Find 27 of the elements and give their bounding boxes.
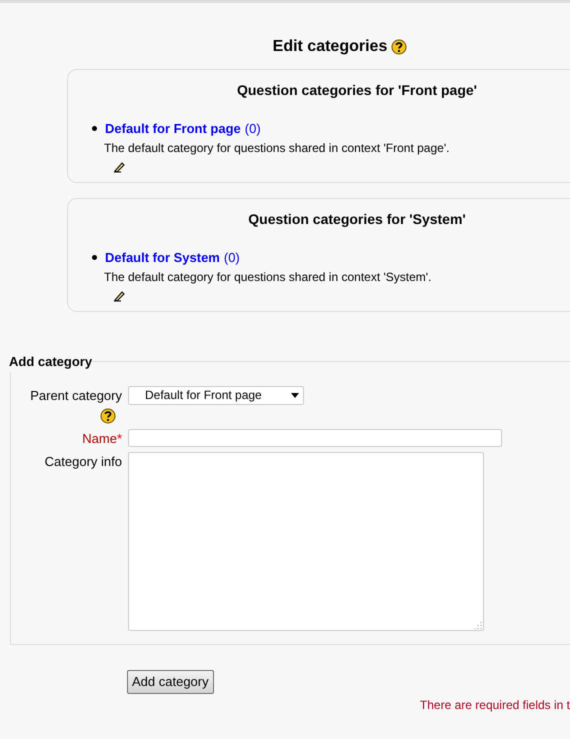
add-category-button[interactable]: Add category [127,670,214,694]
category-description: The default category for questions shared in context 'Front page'. [104,140,450,156]
question-count: (0) [244,120,261,138]
edit-icon[interactable] [113,290,125,302]
required-fields-note: There are required fields in t [420,696,570,714]
help-icon[interactable] [100,408,116,424]
name-field[interactable] [128,428,502,446]
field-label: Parent category [30,386,122,405]
fieldset-legend: Add category [9,352,92,372]
category-description: The default category for questions shared in context 'System'. [104,268,432,286]
field-label: Name [82,430,117,448]
panel-heading: Question categories for 'Front page' [236,81,478,100]
parent-category-select[interactable]: Default for Front page [128,386,304,404]
edit-icon[interactable] [113,160,125,172]
caret-icon [291,392,299,398]
category-info-field[interactable] [128,452,484,631]
field-label: Category info [44,453,122,471]
category-link[interactable]: Default for System [105,248,220,268]
category-link[interactable]: Default for Front page [105,119,241,138]
bullet [92,255,97,260]
resize-handle-icon[interactable] [475,622,482,629]
question-count: (0) [224,249,240,267]
page-title: Edit categories [272,37,388,57]
help-icon[interactable] [391,39,408,55]
panel-heading: Question categories for 'System' [247,210,467,229]
required-marker: * [116,430,122,448]
bullet [92,126,97,132]
